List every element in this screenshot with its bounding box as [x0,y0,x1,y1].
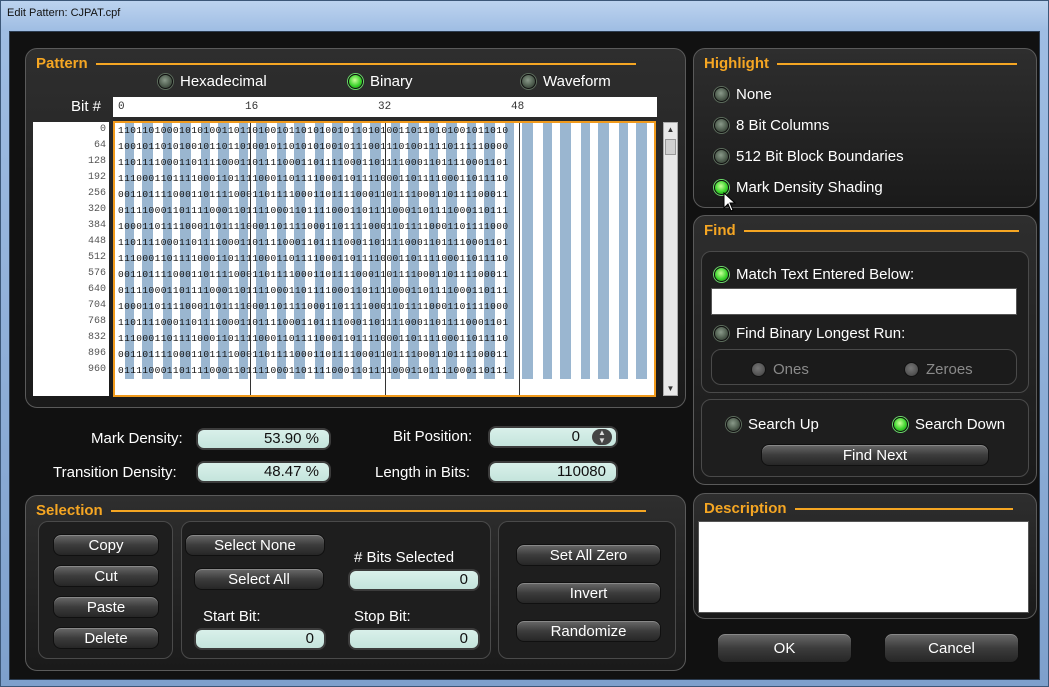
row-offset-column: 0 64 128 192 256 320 384 448 512 576 640 704 768 832 8… [33,122,109,396]
stop-bit-field[interactable]: 0 [348,628,480,650]
ok-button[interactable]: OK [717,633,852,663]
bits-selected-label: # Bits Selected [354,549,455,566]
find-next-button[interactable]: Find Next [761,444,989,466]
find-panel-title: Find [704,222,1019,239]
match-text-input[interactable] [711,288,1017,315]
highlight-8-bit-columns-radio[interactable]: 8 Bit Columns [714,117,829,134]
column-divider [250,123,251,395]
bit-position-stepper[interactable]: 0 ▲ ▼ [488,426,618,448]
radio-indicator-icon [714,87,729,102]
radio-indicator-icon [348,74,363,89]
bit-number-label: Bit # [71,98,102,115]
mode-waveform-radio[interactable]: Waveform [521,73,611,90]
description-textarea[interactable] [698,521,1029,613]
highlight-mark-density-radio[interactable]: Mark Density Shading [714,179,883,196]
column-divider [519,123,520,395]
title-bar[interactable]: Edit Pattern: CJPAT.cpf [1,1,1048,29]
row-offset: 320 [87,204,106,215]
scroll-up-icon[interactable]: ▲ [664,123,677,136]
radio-indicator-icon [726,417,741,432]
mark-density-label: Mark Density: [91,430,183,447]
start-bit-field[interactable]: 0 [194,628,326,650]
set-all-zero-button[interactable]: Set All Zero [516,544,661,566]
row-offset: 0 [99,124,106,135]
bits-selected-field: 0 [348,569,480,591]
delete-button[interactable]: Delete [53,627,159,649]
ruler-tick: 32 [378,101,392,113]
row-offset: 256 [87,188,106,199]
radio-indicator-icon [904,362,919,377]
row-offset: 640 [87,284,106,295]
highlight-panel-title: Highlight [704,55,1017,72]
ones-radio[interactable]: Ones [751,361,809,378]
radio-indicator-icon [714,118,729,133]
stop-bit-label: Stop Bit: [354,608,411,625]
grid-scrollbar[interactable]: ▲ ▼ [663,122,678,396]
pattern-panel-title: Pattern [36,55,636,72]
column-divider [385,123,386,395]
bit-position-label: Bit Position: [393,428,473,445]
ruler-tick: 0 [118,101,125,113]
row-offset: 896 [87,348,106,359]
zeroes-radio[interactable]: Zeroes [904,361,973,378]
mode-hexadecimal-radio[interactable]: Hexadecimal [158,73,267,90]
row-offset: 768 [87,316,106,327]
cut-button[interactable]: Cut [53,565,159,587]
bit-grid[interactable]: 1101101000101010011011010010110101001011… [113,121,656,397]
transition-density-field: 48.47 % [196,461,331,483]
scroll-thumb[interactable] [665,139,676,155]
highlight-512-bit-block-radio[interactable]: 512 Bit Block Boundaries [714,148,904,165]
select-none-button[interactable]: Select None [185,534,325,556]
radio-indicator-icon [158,74,173,89]
radio-indicator-icon [714,326,729,341]
row-offset: 448 [87,236,106,247]
search-down-radio[interactable]: Search Down [893,416,1005,433]
find-longest-run-radio[interactable]: Find Binary Longest Run: [714,325,905,342]
edit-pattern-window: Edit Pattern: CJPAT.cpf Pattern Hexadeci… [0,0,1049,687]
invert-button[interactable]: Invert [516,582,661,604]
row-offset: 576 [87,268,106,279]
scroll-down-icon[interactable]: ▼ [664,382,677,395]
length-in-bits-field: 110080 [488,461,618,483]
ruler-tick: 48 [511,101,525,113]
row-offset: 960 [87,364,106,375]
row-offset: 832 [87,332,106,343]
description-panel-title: Description [704,500,1013,517]
selection-panel-title: Selection [36,502,646,519]
paste-button[interactable]: Paste [53,596,159,618]
transition-density-label: Transition Density: [53,464,177,481]
stepper-arrows-icon[interactable]: ▲ ▼ [592,429,612,445]
radio-indicator-icon [521,74,536,89]
bit-ruler: 0 16 32 48 [113,97,657,117]
row-offset: 384 [87,220,106,231]
copy-button[interactable]: Copy [53,534,159,556]
highlight-none-radio[interactable]: None [714,86,772,103]
mode-binary-radio[interactable]: Binary [348,73,413,90]
row-offset: 512 [87,252,106,263]
radio-indicator-icon [893,417,908,432]
match-text-radio[interactable]: Match Text Entered Below: [714,266,914,283]
cancel-button[interactable]: Cancel [884,633,1019,663]
ruler-tick: 16 [245,101,259,113]
window-title: Edit Pattern: CJPAT.cpf [7,7,121,19]
radio-indicator-icon [714,267,729,282]
mark-density-field: 53.90 % [196,428,331,450]
row-offset: 64 [93,140,106,151]
row-offset: 704 [87,300,106,311]
search-up-radio[interactable]: Search Up [726,416,819,433]
length-in-bits-label: Length in Bits: [375,464,471,481]
row-offset: 128 [87,156,106,167]
randomize-button[interactable]: Randomize [516,620,661,642]
radio-indicator-icon [714,149,729,164]
select-all-button[interactable]: Select All [194,568,324,590]
start-bit-label: Start Bit: [203,608,261,625]
radio-indicator-icon [751,362,766,377]
mouse-cursor-icon [723,192,737,212]
row-offset: 192 [87,172,106,183]
